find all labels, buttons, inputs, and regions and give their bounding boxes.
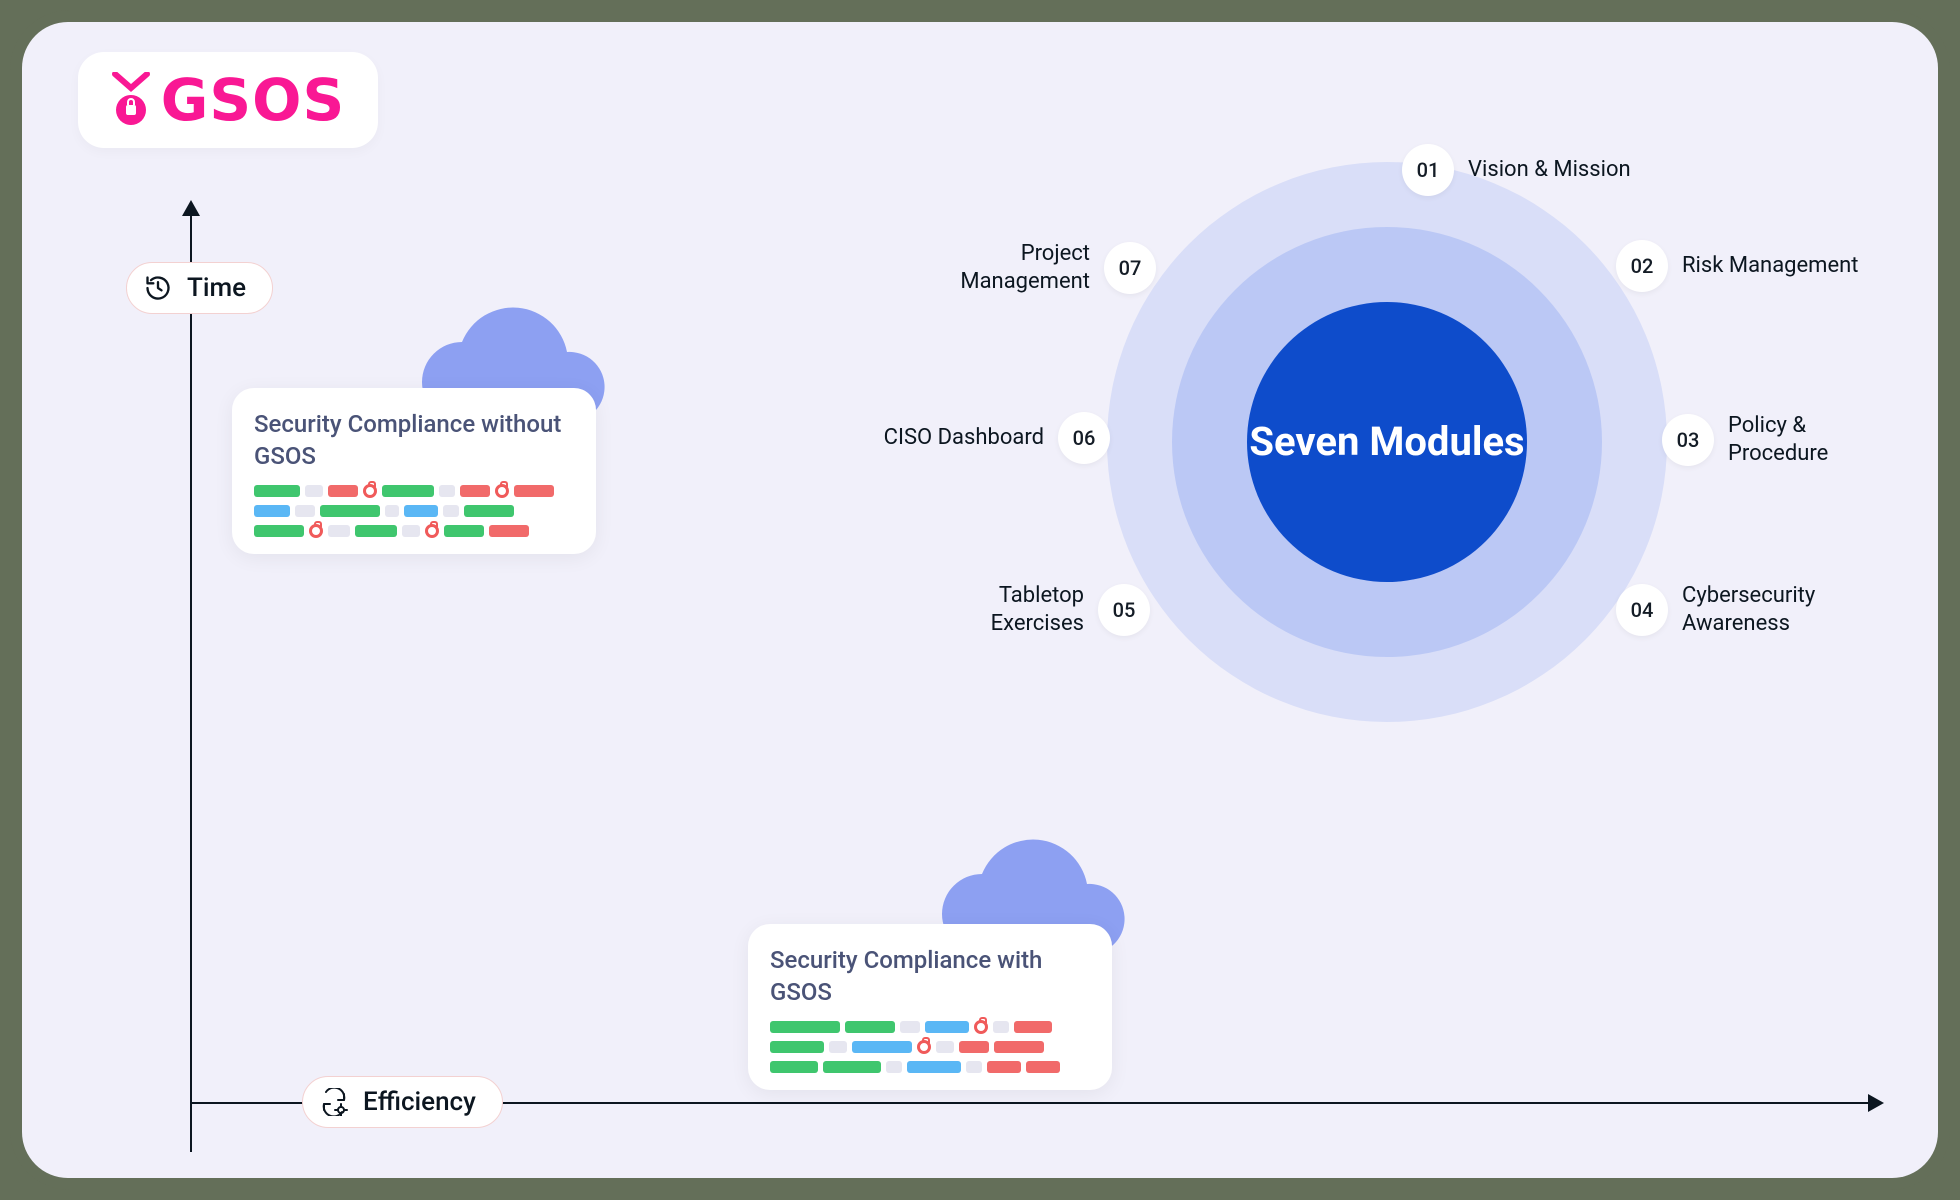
module-02: 02 Risk Management [1616,240,1858,292]
module-05: 05 Tabletop Exercises [910,582,1150,638]
modules-ripple: Seven Modules 01 Vision & Mission 02 Ris… [862,122,1912,762]
brand-emblem-icon [111,72,151,128]
brand-logo: GSOS [78,52,378,148]
outer-frame: GSOS Time [10,10,1950,1190]
module-number: 02 [1616,240,1668,292]
ripple-core-label: Seven Modules [1249,417,1524,467]
module-06: 06 CISO Dashboard [880,412,1110,464]
diagram-canvas: GSOS Time [22,22,1938,1178]
ripple-core: Seven Modules [1247,302,1527,582]
module-label: Policy & Procedure [1728,412,1908,468]
module-03: 03 Policy & Procedure [1662,412,1908,468]
module-number: 04 [1616,584,1668,636]
module-number: 01 [1402,144,1454,196]
fragmented-bars-icon [254,484,574,538]
y-axis-arrow-icon [182,200,200,216]
module-label: Project Management [910,240,1090,296]
y-axis-label: Time [187,273,246,303]
module-label: Vision & Mission [1468,156,1631,184]
card-compliance-with: Security Compliance with GSOS [748,924,1112,1090]
y-axis-line [190,212,192,1152]
module-label: Risk Management [1682,252,1858,280]
module-number: 07 [1104,242,1156,294]
y-axis-label-pill: Time [126,262,273,314]
card-title: Security Compliance without GSOS [254,408,574,472]
module-label: Cybersecurity Awareness [1682,582,1862,638]
brand-name: GSOS [161,66,345,134]
module-04: 04 Cybersecurity Awareness [1616,582,1862,638]
card-compliance-without: Security Compliance without GSOS [232,388,596,554]
module-label: CISO Dashboard [884,424,1044,452]
module-number: 05 [1098,584,1150,636]
history-icon [143,273,173,303]
module-01: 01 Vision & Mission [1402,144,1631,196]
module-number: 06 [1058,412,1110,464]
streamlined-bars-icon [770,1020,1090,1074]
x-axis-label-pill: Efficiency [302,1076,503,1128]
x-axis-label: Efficiency [363,1087,476,1117]
cycle-gear-icon [319,1087,349,1117]
module-label: Tabletop Exercises [910,582,1084,638]
x-axis-arrow-icon [1868,1094,1884,1112]
card-title: Security Compliance with GSOS [770,944,1090,1008]
module-07: 07 Project Management [870,240,1156,296]
module-number: 03 [1662,414,1714,466]
